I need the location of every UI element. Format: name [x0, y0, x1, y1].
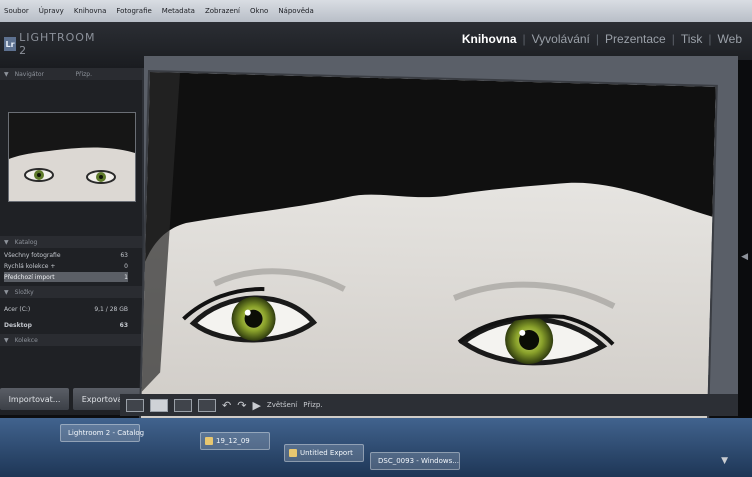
taskbar-item-label: DSC_0093 - Windows... [378, 457, 459, 465]
dropdown-arrow-icon[interactable]: ▼ [721, 456, 728, 466]
catalog-row-label: Předchozí import [4, 273, 55, 281]
catalog-header[interactable]: ▼ Katalog [0, 236, 142, 248]
viewer-toolbar: ↶ ↷ ▶ Zvětšení Přizp. [120, 394, 740, 416]
zoom-label[interactable]: Zvětšení [267, 401, 297, 409]
collapse-triangle-icon: ▼ [4, 336, 9, 344]
rotate-left-icon[interactable]: ↶ [222, 399, 231, 412]
catalog-row-label: Všechny fotografie [4, 251, 61, 259]
app-logo: Lr LIGHTROOM 2 [4, 31, 96, 57]
module-separator: | [671, 32, 675, 46]
collapse-triangle-icon: ▼ [4, 238, 9, 246]
taskbar-item-lightroom[interactable]: Lightroom 2 - Catalog [60, 424, 144, 442]
navigator-fit[interactable]: Přizp. [75, 71, 92, 78]
navigator-header[interactable]: ▼ Navigátor Přizp. [0, 68, 142, 80]
module-print[interactable]: Tisk [681, 32, 703, 46]
taskbar-item-label: 19_12_09 [216, 437, 250, 445]
module-slideshow[interactable]: Prezentace [605, 32, 666, 46]
catalog-row-all-photos[interactable]: Všechny fotografie 63 [4, 250, 128, 260]
lightroom-icon: Lr [4, 37, 17, 51]
module-separator: | [708, 32, 712, 46]
grid-view-icon[interactable] [126, 398, 144, 412]
collections-title: Kolekce [14, 336, 38, 344]
import-button[interactable]: Importovat... [0, 388, 69, 410]
drive-label: Acer (C:) [4, 305, 31, 313]
folder-drive[interactable]: Acer (C:) 9,1 / 28 GB [4, 304, 128, 314]
loupe-view-icon[interactable] [150, 398, 168, 412]
menu-window[interactable]: Okno [250, 7, 268, 15]
catalog-row-count: 1 [124, 273, 128, 281]
drive-info: 9,1 / 28 GB [94, 305, 128, 313]
menu-metadata[interactable]: Metadata [162, 7, 195, 15]
menu-photo[interactable]: Fotografie [116, 7, 151, 15]
folder-icon [289, 449, 297, 457]
catalog-row-previous-import[interactable]: Předchozí import 1 [4, 272, 128, 282]
module-develop[interactable]: Vyvolávání [532, 32, 590, 46]
eyes-photo [140, 72, 716, 444]
rotate-right-icon[interactable]: ↷ [237, 399, 246, 412]
compare-view-icon[interactable] [174, 398, 192, 412]
folder-icon [205, 437, 213, 445]
module-library[interactable]: Knihovna [462, 32, 517, 46]
right-panel-toggle-icon[interactable]: ◀ [741, 252, 748, 262]
menu-library[interactable]: Knihovna [74, 7, 107, 15]
catalog-title: Katalog [14, 238, 38, 246]
catalog-row-quick-collection[interactable]: Rychlá kolekce + 0 [4, 261, 128, 271]
taskbar-item-label: Lightroom 2 - Catalog [68, 429, 145, 437]
folder-desktop-count: 63 [119, 321, 128, 329]
right-panel-edge [738, 60, 752, 440]
menu-file[interactable]: Soubor [4, 7, 29, 15]
module-separator: | [522, 32, 526, 46]
catalog-row-label: Rychlá kolekce + [4, 262, 56, 270]
module-picker: Knihovna | Vyvolávání | Prezentace | Tis… [462, 32, 742, 46]
navigator-title: Navigátor [14, 70, 44, 78]
menu-help[interactable]: Nápověda [278, 7, 313, 15]
folder-desktop[interactable]: Desktop 63 [4, 320, 128, 330]
main-photo[interactable] [140, 72, 716, 444]
collections-header[interactable]: ▼ Kolekce [0, 334, 142, 346]
taskbar-item-folder[interactable]: 19_12_09 [200, 432, 270, 450]
folders-header[interactable]: ▼ Složky [0, 286, 142, 298]
collapse-triangle-icon: ▼ [4, 288, 9, 296]
collapse-triangle-icon: ▼ [4, 70, 9, 78]
taskbar-item-export[interactable]: Untitled Export [284, 444, 364, 462]
play-slideshow-icon[interactable]: ▶ [252, 399, 260, 412]
folder-desktop-label: Desktop [4, 321, 32, 329]
catalog-row-count: 63 [120, 251, 128, 259]
app-name: LIGHTROOM 2 [19, 31, 96, 57]
folders-title: Složky [14, 288, 34, 296]
taskbar-item-label: Untitled Export [300, 449, 353, 457]
taskbar-item-photo-viewer[interactable]: DSC_0093 - Windows... [370, 452, 460, 470]
menu-view[interactable]: Zobrazení [205, 7, 240, 15]
os-taskbar: Lightroom 2 - Catalog 19_12_09 Untitled … [0, 418, 752, 477]
navigator-thumbnail[interactable] [8, 112, 136, 202]
survey-view-icon[interactable] [198, 398, 216, 412]
catalog-row-count: 0 [124, 262, 128, 270]
menu-edit[interactable]: Úpravy [39, 7, 64, 15]
module-web[interactable]: Web [718, 32, 742, 46]
navigator-photo [9, 113, 135, 201]
module-separator: | [595, 32, 600, 46]
os-menubar: Soubor Úpravy Knihovna Fotografie Metada… [0, 0, 752, 22]
zoom-fit-label[interactable]: Přizp. [303, 401, 322, 409]
